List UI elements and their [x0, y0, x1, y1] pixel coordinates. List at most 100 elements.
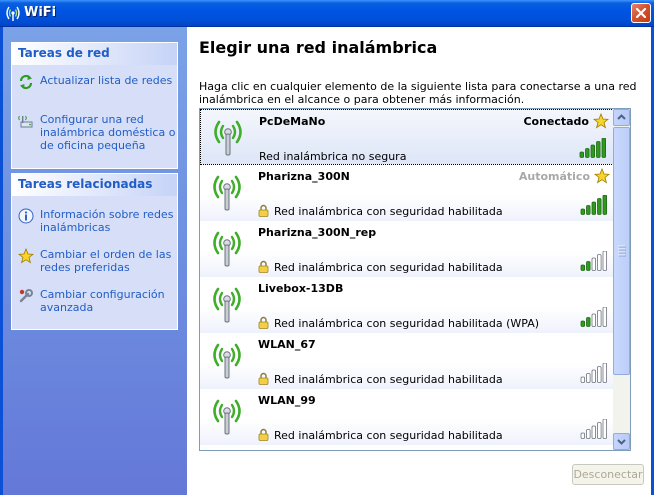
chevron-down-icon: [617, 439, 626, 445]
signal-bar: [590, 144, 595, 158]
signal-bar: [597, 198, 602, 215]
signal-bar: [580, 264, 585, 271]
signal-bar: [580, 432, 585, 439]
network-ssid: Pharizna_300N_rep: [258, 226, 377, 239]
task-pane: Tareas de red Actualizar lista de redes …: [3, 27, 187, 495]
signal-bar: [586, 373, 591, 383]
signal-strength-icon: [580, 251, 607, 271]
network-list-item[interactable]: WLAN_99 Red inalámbrica con seguridad ha…: [200, 389, 614, 445]
wireless-setup-icon: [18, 115, 33, 128]
preferred-star-icon: [594, 168, 610, 184]
network-ssid: WLAN_99: [258, 394, 316, 407]
signal-bar: [597, 366, 602, 383]
close-button[interactable]: [631, 3, 651, 23]
scroll-down-button[interactable]: [613, 433, 630, 450]
task-label: Cambiar configuración avanzada: [40, 288, 165, 314]
wireless-network-icon: [213, 343, 241, 379]
signal-bar: [597, 422, 602, 439]
info-icon: [18, 208, 34, 224]
refresh-icon: [19, 74, 33, 90]
signal-bar: [579, 151, 584, 158]
task-wireless-info[interactable]: Información sobre redes inalámbricas: [12, 208, 177, 234]
chevron-up-icon: [617, 114, 626, 120]
signal-strength-icon: [580, 419, 607, 439]
signal-bar: [586, 261, 591, 271]
task-setup-wireless-network[interactable]: Configurar una red inalámbrica doméstica…: [12, 113, 177, 152]
task-refresh-network-list[interactable]: Actualizar lista de redes: [12, 74, 177, 90]
lock-icon: [258, 316, 269, 329]
network-security-text: Red inalámbrica con seguridad habilitada: [274, 429, 503, 442]
title-bar: WiFi: [0, 0, 654, 27]
network-list-item[interactable]: PcDeMaNo Conectado Red inalámbrica no se…: [200, 109, 614, 165]
network-security-text: Red inalámbrica con seguridad habilitada: [274, 205, 503, 218]
signal-bar: [602, 307, 607, 327]
network-ssid: PcDeMaNo: [259, 115, 326, 128]
wireless-network-icon: [213, 175, 241, 211]
signal-bar: [591, 257, 596, 271]
network-security-text: Red inalámbrica con seguridad habilitada: [274, 261, 503, 274]
task-label: Cambiar el orden de las redes preferidas: [40, 248, 172, 274]
signal-bar: [602, 363, 607, 383]
vertical-scrollbar[interactable]: [613, 109, 630, 450]
signal-bar: [580, 376, 585, 383]
signal-bar: [597, 310, 602, 327]
signal-bar: [602, 419, 607, 439]
task-change-advanced-settings[interactable]: Cambiar configuración avanzada: [12, 288, 177, 314]
network-list-item[interactable]: Livebox-13DB Red inalámbrica con segurid…: [200, 277, 614, 333]
signal-bar: [586, 205, 591, 215]
network-ssid: Pharizna_300N: [258, 170, 350, 183]
wireless-network-icon: [213, 287, 241, 323]
scroll-up-button[interactable]: [613, 109, 630, 126]
network-list-item[interactable]: Pharizna_300N Automático Red inalámbrica…: [200, 165, 614, 221]
wireless-network-icon: [214, 120, 242, 156]
settings-icon: [19, 289, 33, 303]
wireless-network-icon: [213, 231, 241, 267]
scroll-thumb[interactable]: [613, 127, 630, 375]
task-change-preferred-order[interactable]: Cambiar el orden de las redes preferidas: [12, 248, 177, 274]
task-label: Configurar una red inalámbrica doméstica…: [40, 113, 176, 152]
network-ssid: WLAN_67: [258, 338, 316, 351]
close-icon: [635, 7, 647, 19]
grip-icon: [618, 245, 626, 257]
network-connection-status: Automático: [518, 170, 590, 183]
network-list[interactable]: PcDeMaNo Conectado Red inalámbrica no se…: [199, 108, 631, 451]
signal-bar: [580, 320, 585, 327]
signal-bar: [586, 429, 591, 439]
wireless-network-icon: [6, 6, 20, 21]
network-connection-status: Conectado: [523, 115, 589, 128]
signal-bar: [596, 141, 601, 158]
instructions-text: Haga clic en cualquier elemento de la si…: [199, 80, 637, 106]
task-label: Información sobre redes inalámbricas: [40, 208, 174, 234]
signal-bar: [597, 254, 602, 271]
network-ssid: Livebox-13DB: [258, 282, 344, 295]
network-security-text: Red inalámbrica con seguridad habilitada…: [274, 317, 540, 330]
wireless-network-icon: [213, 399, 241, 435]
star-icon: [18, 248, 34, 264]
network-tasks-group: Tareas de red Actualizar lista de redes …: [11, 42, 178, 169]
group-header-related-tasks: Tareas relacionadas: [12, 174, 177, 196]
signal-bar: [591, 313, 596, 327]
lock-icon: [258, 428, 269, 441]
network-security-text: Red inalámbrica con seguridad habilitada: [274, 373, 503, 386]
signal-bar: [591, 201, 596, 215]
signal-bar: [586, 317, 591, 327]
signal-bar: [601, 138, 606, 158]
task-label: Actualizar lista de redes: [40, 74, 173, 87]
signal-strength-icon: [580, 363, 607, 383]
network-list-item[interactable]: WLAN_67 Red inalámbrica con seguridad ha…: [200, 333, 614, 389]
preferred-star-icon: [593, 113, 609, 129]
signal-bar: [602, 251, 607, 271]
window-title: WiFi: [24, 5, 57, 20]
lock-icon: [258, 204, 269, 217]
signal-bar: [591, 369, 596, 383]
signal-strength-icon: [579, 138, 606, 158]
signal-bar: [591, 425, 596, 439]
signal-strength-icon: [580, 307, 607, 327]
signal-strength-icon: [580, 195, 607, 215]
disconnect-button[interactable]: Desconectar: [572, 464, 644, 485]
main-pane: Elegir una red inalámbrica Haga clic en …: [187, 27, 651, 495]
signal-bar: [602, 195, 607, 215]
network-list-item[interactable]: Pharizna_300N_rep Red inalámbrica con se…: [200, 221, 614, 277]
signal-bar: [580, 208, 585, 215]
lock-icon: [258, 260, 269, 273]
